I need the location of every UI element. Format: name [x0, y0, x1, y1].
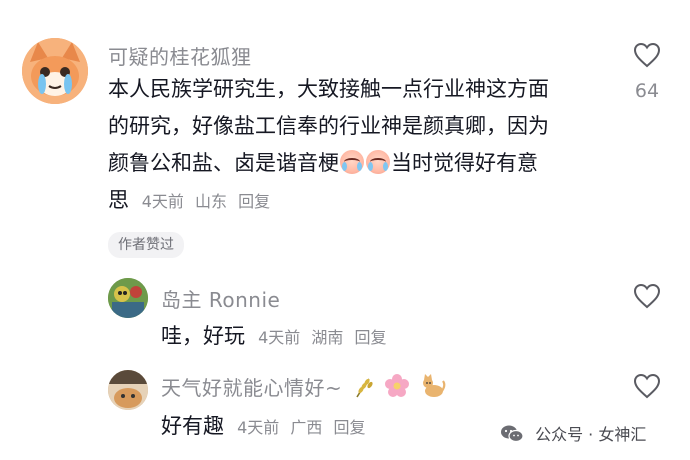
- pink-flower-icon: [384, 373, 410, 403]
- comment-location: 广西: [290, 418, 323, 437]
- comment-time: 4天前: [141, 192, 184, 211]
- like-count: 64: [634, 80, 660, 102]
- like-button[interactable]: [633, 373, 661, 403]
- comment-text: 本人民族学研究生，大致接触一点行业神这方面 的研究，好像盐工信奉的行业神是颜真卿…: [108, 71, 608, 220]
- crying-laughing-face-icon: [366, 150, 390, 174]
- rice-ear-icon: [351, 375, 375, 403]
- fox-avatar-icon: [22, 38, 88, 104]
- heart-icon: [633, 373, 661, 399]
- reply-text: 好有趣: [161, 414, 224, 438]
- comment-text-segment: 思: [108, 188, 129, 212]
- like-button[interactable]: [633, 283, 661, 313]
- comment-text-segment: 颜鲁公和盐、卤是谐音梗: [108, 151, 339, 175]
- crying-laughing-face-icon: [340, 150, 364, 174]
- watermark: 公众号 · 女神汇: [500, 421, 646, 448]
- heart-icon: [633, 283, 661, 309]
- reply-content: 好有趣 4天前 广西 回复: [161, 408, 366, 445]
- reply-content: 哇，好玩 4天前 湖南 回复: [161, 318, 387, 355]
- reply-username[interactable]: 天气好就能心情好~: [161, 376, 342, 400]
- comment-time: 4天前: [237, 418, 280, 437]
- comment-text-segment: 当时觉得好有意: [391, 151, 538, 175]
- comment-meta: 4天前 山东 回复: [142, 192, 270, 211]
- reply-button[interactable]: 回复: [238, 192, 270, 211]
- wechat-icon: [500, 424, 524, 448]
- reply-button[interactable]: 回复: [354, 328, 386, 347]
- reply-username-row: 天气好就能心情好~: [161, 372, 446, 403]
- cat-photo-avatar-icon: [108, 370, 148, 410]
- avatar[interactable]: [22, 38, 88, 104]
- watermark-text: 公众号 · 女神汇: [535, 425, 647, 444]
- avatar[interactable]: [108, 370, 148, 410]
- comment-meta: 4天前 湖南 回复: [258, 328, 386, 347]
- comment-text-line: 的研究，好像盐工信奉的行业神是颜真卿，因为: [108, 114, 549, 138]
- reply-button[interactable]: 回复: [333, 418, 365, 437]
- comment-username[interactable]: 可疑的桂花狐狸: [108, 41, 252, 70]
- like-button[interactable]: [633, 42, 661, 72]
- comment-location: 山东: [194, 192, 227, 211]
- heart-icon: [633, 42, 661, 68]
- reply-username[interactable]: 岛主 Ronnie: [161, 284, 280, 313]
- comment-text-line: 思 4天前 山东 回复: [108, 182, 608, 220]
- avatar[interactable]: [108, 278, 148, 318]
- comment-text-line: 本人民族学研究生，大致接触一点行业神这方面: [108, 77, 549, 101]
- author-liked-badge: 作者赞过: [108, 232, 184, 258]
- reply-text: 哇，好玩: [161, 324, 245, 348]
- comment-time: 4天前: [258, 328, 301, 347]
- comment-location: 湖南: [311, 328, 344, 347]
- comment-meta: 4天前 广西 回复: [237, 418, 365, 437]
- comment-text-line: 颜鲁公和盐、卤是谐音梗 当时觉得好有意: [108, 145, 608, 182]
- cartoon-avatar-icon: [108, 278, 148, 318]
- cat-icon: [420, 373, 446, 403]
